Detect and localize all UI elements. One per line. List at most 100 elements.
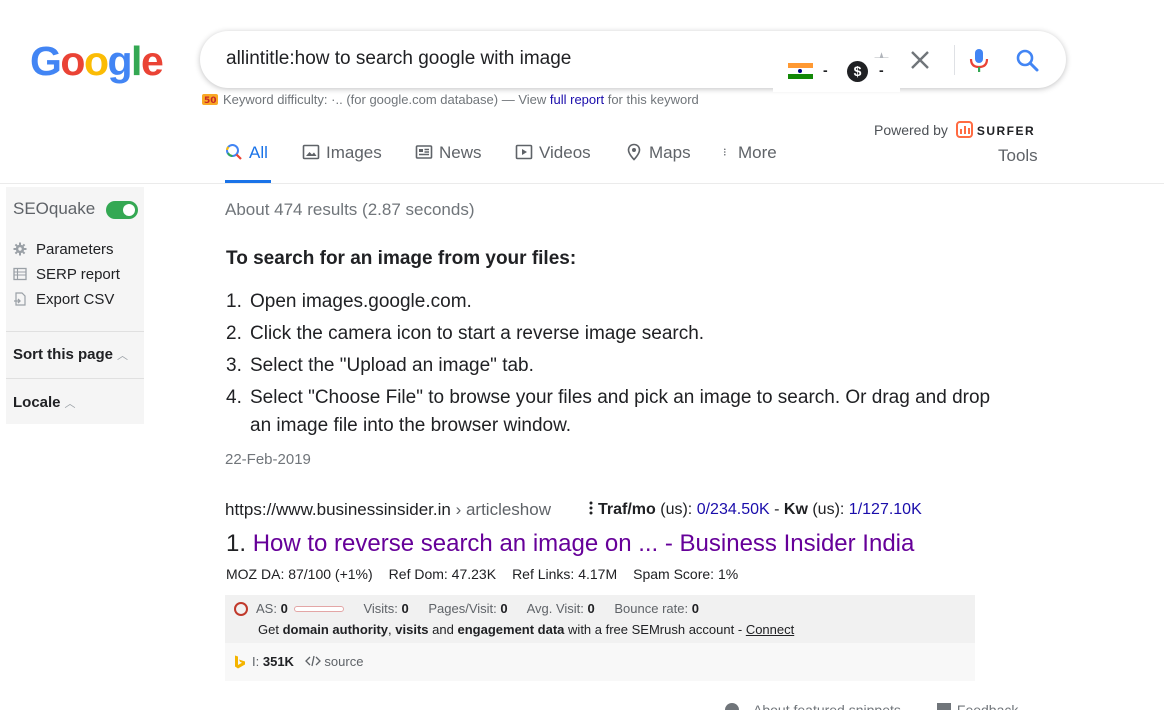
powered-by-label: Powered by xyxy=(874,122,948,138)
visits-value: 0 xyxy=(401,601,409,616)
tab-maps[interactable]: Maps xyxy=(625,143,691,183)
about-snippets-link[interactable]: About featured snippets xyxy=(753,702,901,710)
surfer-brand: SURFER xyxy=(976,124,1036,138)
overlay-dash: - xyxy=(823,62,828,78)
table-icon xyxy=(13,267,27,281)
dollar-icon: $ xyxy=(847,61,868,82)
step-text: Select the "Upload an image" tab. xyxy=(250,355,534,376)
semrush-metrics: AS: 0 Visits: 0 Pages/Visit: 0 Avg. Visi… xyxy=(234,601,699,616)
pages-visit-value: 0 xyxy=(500,601,508,616)
search-button[interactable] xyxy=(1012,43,1042,77)
result-title-link[interactable]: How to reverse search an image on ... - … xyxy=(253,530,915,557)
clear-button[interactable] xyxy=(905,43,935,77)
bing-index-value: 351K xyxy=(262,654,294,669)
result-url-breadcrumb: › articleshow xyxy=(455,500,551,519)
bing-index-row: I: 351K source xyxy=(225,643,975,681)
step-number: 1. xyxy=(226,291,242,312)
traffic-value[interactable]: 0/234.50K xyxy=(697,501,770,518)
chevron-up-icon: ︿ xyxy=(117,350,129,362)
seoquake-sort-section[interactable]: Sort this page ︿ xyxy=(13,346,128,363)
promo-bold: visits xyxy=(395,622,429,637)
tools-button[interactable]: Tools xyxy=(998,146,1038,166)
seoquake-parameters[interactable]: Parameters xyxy=(13,241,114,258)
snippet-heading: To search for an image from your files: xyxy=(226,248,577,269)
logo-letter: o xyxy=(83,38,109,84)
gear-icon xyxy=(13,242,27,256)
tab-label: Images xyxy=(326,143,382,162)
google-logo[interactable]: Google xyxy=(30,38,164,85)
connect-link[interactable]: Connect xyxy=(746,622,794,637)
step-number: 4. xyxy=(226,387,242,408)
voice-search-button[interactable] xyxy=(966,43,992,77)
seoquake-panel: SEOquake Parameters SERP report Export C… xyxy=(6,187,144,424)
semrush-panel: AS: 0 Visits: 0 Pages/Visit: 0 Avg. Visi… xyxy=(225,595,975,643)
seoquake-export-csv[interactable]: Export CSV xyxy=(13,291,114,308)
tab-images[interactable]: Images xyxy=(302,143,382,183)
snippet-step: 3. Select the "Upload an image" tab. xyxy=(226,352,1006,380)
keyword-difficulty-label: Keyword difficulty: xyxy=(223,92,328,107)
surfer-logo-icon xyxy=(955,121,973,138)
india-flag-icon xyxy=(788,63,813,79)
seoquake-locale-section[interactable]: Locale ︿ xyxy=(13,394,76,411)
promo-text: Get xyxy=(258,622,279,637)
logo-letter: g xyxy=(107,38,133,84)
bounce-rate-label: Bounce rate: xyxy=(614,601,689,616)
result-url-domain: https://www.businessinsider.in xyxy=(225,500,451,519)
traffic-overlay-widget: - $ - xyxy=(773,58,900,92)
seoquake-item-label: Parameters xyxy=(36,241,114,258)
moz-ref-links: Ref Links: 4.17M xyxy=(512,566,618,582)
bing-icon xyxy=(235,655,245,669)
result-number: 1. xyxy=(226,530,247,557)
logo-letter: e xyxy=(140,38,164,84)
tabs-divider xyxy=(0,183,1164,184)
microphone-icon xyxy=(969,49,989,72)
snippet-step: 1. Open images.google.com. xyxy=(226,288,1006,316)
tab-label: Maps xyxy=(649,143,691,162)
search-input[interactable] xyxy=(226,48,766,70)
keywords-value[interactable]: 1/127.10K xyxy=(849,501,922,518)
moz-da: MOZ DA: 87/100 (+1%) xyxy=(226,566,373,582)
feedback-icon xyxy=(936,703,951,710)
promo-bold: engagement data xyxy=(457,622,565,637)
help-icon xyxy=(725,703,739,710)
seoquake-divider xyxy=(6,331,144,332)
keywords-region: (us): xyxy=(812,501,845,518)
full-report-link[interactable]: full report xyxy=(550,92,604,107)
tab-videos[interactable]: Videos xyxy=(515,143,591,183)
keyword-difficulty-suffix: for this keyword xyxy=(607,92,699,107)
result-url[interactable]: https://www.businessinsider.in › article… xyxy=(225,500,551,520)
more-vert-icon[interactable] xyxy=(588,500,594,516)
logo-letter: o xyxy=(60,38,85,84)
avg-visit-value: 0 xyxy=(587,601,595,616)
logo-letter: l xyxy=(131,38,142,84)
seoquake-divider xyxy=(6,378,144,379)
keyword-difficulty-icon: 50 xyxy=(202,94,218,106)
moz-metrics: MOZ DA: 87/100 (+1%) Ref Dom: 47.23K Ref L… xyxy=(226,566,754,582)
bounce-rate-value: 0 xyxy=(691,601,699,616)
tab-news[interactable]: News xyxy=(415,143,482,183)
traffic-region: (us): xyxy=(660,501,693,518)
seoquake-serp-report[interactable]: SERP report xyxy=(13,266,120,283)
tab-more[interactable]: More xyxy=(722,143,777,183)
semrush-promo: Get domain authority, visits and engagem… xyxy=(258,622,794,637)
video-icon xyxy=(515,144,533,160)
powered-by-surfer[interactable]: Powered by SURFER xyxy=(874,121,1035,138)
export-icon xyxy=(14,292,26,306)
avg-visit-label: Avg. Visit: xyxy=(526,601,584,616)
tab-label: All xyxy=(249,143,268,162)
view-source-link[interactable]: source xyxy=(324,654,363,669)
pages-visit-label: Pages/Visit: xyxy=(428,601,497,616)
tab-all[interactable]: All xyxy=(225,143,271,183)
traffic-separator: - xyxy=(774,501,780,518)
semrush-as-icon xyxy=(234,602,248,616)
keywords-label: Kw xyxy=(783,501,808,518)
search-box[interactable]: ★ xyxy=(200,31,1066,88)
search-icon xyxy=(1016,49,1039,72)
feedback-link[interactable]: Feedback xyxy=(957,702,1018,710)
snippet-step: 2. Click the camera icon to start a rever… xyxy=(226,320,1006,348)
seoquake-toggle[interactable] xyxy=(106,201,138,219)
seoquake-title: SEOquake xyxy=(13,199,96,218)
step-text: Select "Choose File" to browse your file… xyxy=(250,387,991,436)
keyword-difficulty-middle: (for google.com database) — View xyxy=(346,92,547,107)
sort-this-page-label: Sort this page xyxy=(13,346,114,363)
